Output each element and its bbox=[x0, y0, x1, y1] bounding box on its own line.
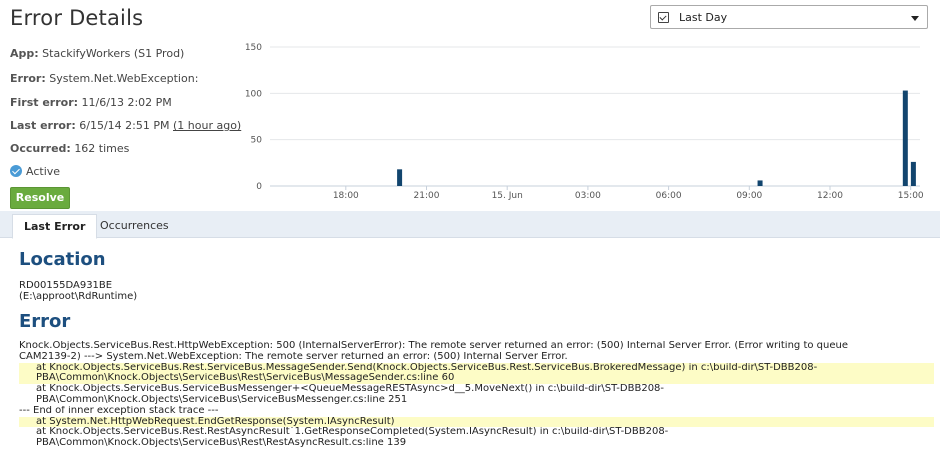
stack-trace-line: --- End of inner exception stack trace -… bbox=[19, 405, 219, 416]
chart-x-tick-label: 03:00 bbox=[575, 191, 601, 201]
error-heading: Error bbox=[19, 311, 71, 332]
stack-trace-line: CAM2139-2) ---> System.Net.WebException:… bbox=[19, 351, 568, 362]
stack-trace-line: at Knock.Objects.ServiceBus.ServiceBusMe… bbox=[36, 384, 665, 395]
chart-y-tick-label: 100 bbox=[245, 89, 262, 99]
chart-bar bbox=[757, 180, 763, 186]
chart-x-tick-label: 09:00 bbox=[736, 191, 762, 201]
occurrences-chart: 150 100 50 0 18:00 21:00 15. Jun 03:00 06:00 09:0… bbox=[245, 43, 924, 201]
chart-x-tick-label: 18:00 bbox=[333, 191, 359, 201]
chart-y-tick-label: 0 bbox=[256, 182, 262, 192]
chart-x-tick-label: 15:00 bbox=[898, 191, 924, 201]
stack-trace-line: at Knock.Objects.ServiceBus.Rest.RestAsy… bbox=[36, 427, 669, 438]
stack-trace-line: at System.Net.HttpWebRequest.EndGetRespo… bbox=[19, 416, 934, 428]
chart-x-tick-label: 15. Jun bbox=[492, 191, 523, 201]
chart-bar bbox=[910, 161, 916, 186]
tab-bar: Last Error Occurrences bbox=[0, 211, 940, 239]
chart-x-tick-label: 21:00 bbox=[414, 191, 440, 201]
tab-occurrences[interactable]: Occurrences bbox=[89, 214, 180, 239]
chart-y-tick-label: 50 bbox=[251, 136, 263, 146]
chart-bar bbox=[397, 169, 403, 186]
chart-x-tick-label: 12:00 bbox=[817, 191, 843, 201]
stack-trace-line: PBA\Common\Knock.Objects\ServiceBus\Serv… bbox=[36, 394, 408, 405]
chart-x-tick-label: 06:00 bbox=[656, 191, 682, 201]
stack-trace-line: at Knock.Objects.ServiceBus.Rest.Service… bbox=[19, 362, 934, 374]
stack-trace-line: Knock.Objects.ServiceBus.Rest.HttpWebExc… bbox=[19, 341, 848, 351]
chart-y-tick-label: 150 bbox=[245, 43, 262, 53]
stack-trace-line: PBA\Common\Knock.Objects\ServiceBus\Rest… bbox=[36, 438, 407, 449]
chart-bar bbox=[902, 90, 908, 186]
tab-last-error[interactable]: Last Error bbox=[12, 214, 98, 239]
stack-trace: Knock.Objects.ServiceBus.Rest.HttpWebExc… bbox=[19, 341, 934, 449]
location-heading: Location bbox=[19, 249, 106, 270]
location-path: (E:\approot\RdRuntime) bbox=[19, 291, 138, 302]
location-host: RD00155DA931BE bbox=[19, 280, 113, 291]
stack-trace-line: PBA\Common\Knock.Objects\ServiceBus\Rest… bbox=[19, 373, 934, 385]
